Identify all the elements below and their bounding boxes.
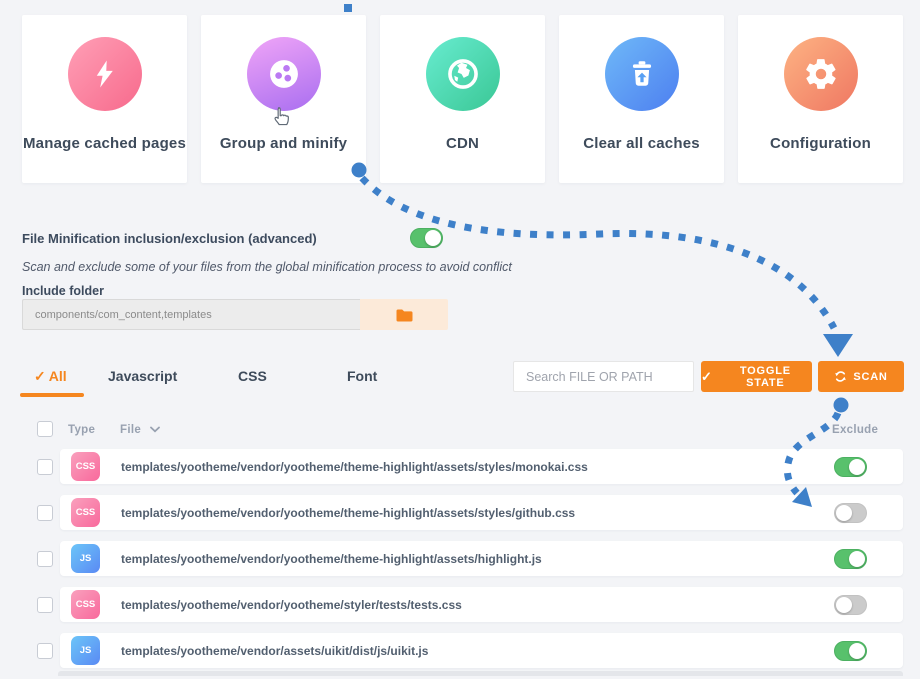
exclude-toggle[interactable] [834, 457, 867, 477]
file-table-body: CSS templates/yootheme/vendor/yootheme/t… [22, 449, 903, 679]
card-clear-all-caches[interactable]: Clear all caches [559, 15, 724, 183]
file-type-badge: JS [71, 636, 100, 665]
file-path: templates/yootheme/vendor/yootheme/theme… [121, 460, 588, 474]
minify-enabled-toggle[interactable] [410, 228, 443, 248]
row-panel: CSS templates/yootheme/vendor/yootheme/t… [60, 495, 903, 530]
file-type-badge: CSS [71, 452, 100, 481]
table-row: CSS templates/yootheme/vendor/yootheme/t… [22, 495, 903, 530]
row-panel: JS templates/yootheme/vendor/assets/uiki… [60, 633, 903, 668]
row-panel: JS templates/yootheme/vendor/yootheme/th… [60, 541, 903, 576]
file-type-badge: CSS [71, 498, 100, 527]
speed-cache-dashboard: { "cards": [ { "label": "Manage cached p… [0, 0, 920, 676]
globe-icon [426, 37, 500, 111]
row-checkbox[interactable] [37, 459, 53, 475]
active-tab-underline [20, 393, 84, 397]
card-manage-cached-pages[interactable]: Manage cached pages [22, 15, 187, 183]
card-label: Group and minify [220, 135, 347, 152]
action-cards-row: Manage cached pages Group and minify [22, 15, 903, 183]
card-group-and-minify[interactable]: Group and minify [201, 15, 366, 183]
row-checkbox[interactable] [37, 505, 53, 521]
include-folder-group [22, 299, 448, 330]
table-row: JS templates/yootheme/vendor/assets/uiki… [22, 633, 903, 668]
row-panel: CSS templates/yootheme/vendor/yootheme/s… [60, 587, 903, 622]
card-label: Configuration [770, 135, 871, 152]
column-header-file[interactable]: File [120, 424, 160, 436]
arrow-dash-fragment [344, 4, 352, 12]
file-search-box [513, 361, 694, 392]
file-table-header: Type File Exclude [0, 421, 920, 439]
exclude-toggle[interactable] [834, 595, 867, 615]
file-type-badge: JS [71, 544, 100, 573]
folder-icon [395, 307, 414, 323]
column-header-exclude: Exclude [832, 424, 878, 436]
table-row: CSS templates/yootheme/vendor/yootheme/s… [22, 587, 903, 622]
card-configuration[interactable]: Configuration [738, 15, 903, 183]
exclude-toggle[interactable] [834, 549, 867, 569]
card-label: Clear all caches [583, 135, 700, 152]
sync-icon [834, 370, 847, 383]
check-icon: ✓ [701, 369, 713, 385]
group-dots-icon [247, 37, 321, 111]
check-icon: ✓ [34, 368, 46, 384]
include-folder-input[interactable] [22, 299, 360, 330]
column-header-type: Type [68, 424, 95, 436]
file-type-badge: CSS [71, 590, 100, 619]
file-path: templates/yootheme/vendor/yootheme/style… [121, 598, 462, 612]
minify-section-title: File Minification inclusion/exclusion (a… [22, 231, 317, 246]
card-label: CDN [446, 135, 479, 152]
table-row: JS templates/yootheme/vendor/yootheme/th… [22, 541, 903, 576]
browse-folder-button[interactable] [360, 299, 448, 330]
next-row-edge [58, 671, 903, 676]
scan-button[interactable]: SCAN [818, 361, 904, 392]
tab-javascript[interactable]: Javascript [108, 368, 177, 384]
gear-icon [784, 37, 858, 111]
file-path: templates/yootheme/vendor/assets/uikit/d… [121, 644, 428, 658]
row-checkbox[interactable] [37, 551, 53, 567]
row-checkbox[interactable] [37, 643, 53, 659]
toggle-state-button[interactable]: ✓ TOGGLE STATE [701, 361, 812, 392]
tab-css[interactable]: CSS [238, 368, 267, 384]
card-cdn[interactable]: CDN [380, 15, 545, 183]
minify-section-description: Scan and exclude some of your files from… [22, 260, 512, 274]
lightning-icon [68, 37, 142, 111]
search-input[interactable] [514, 370, 695, 384]
trash-upload-icon [605, 37, 679, 111]
tab-font[interactable]: Font [347, 368, 377, 384]
row-checkbox[interactable] [37, 597, 53, 613]
file-path: templates/yootheme/vendor/yootheme/theme… [121, 506, 575, 520]
exclude-toggle[interactable] [834, 641, 867, 661]
table-row: CSS templates/yootheme/vendor/yootheme/t… [22, 449, 903, 484]
include-folder-label: Include folder [22, 284, 104, 298]
tab-all[interactable]: ✓All [34, 368, 67, 385]
file-path: templates/yootheme/vendor/yootheme/theme… [121, 552, 542, 566]
row-panel: CSS templates/yootheme/vendor/yootheme/t… [60, 449, 903, 484]
exclude-toggle[interactable] [834, 503, 867, 523]
select-all-checkbox[interactable] [37, 421, 53, 437]
chevron-down-icon [150, 426, 160, 433]
card-label: Manage cached pages [23, 135, 186, 152]
